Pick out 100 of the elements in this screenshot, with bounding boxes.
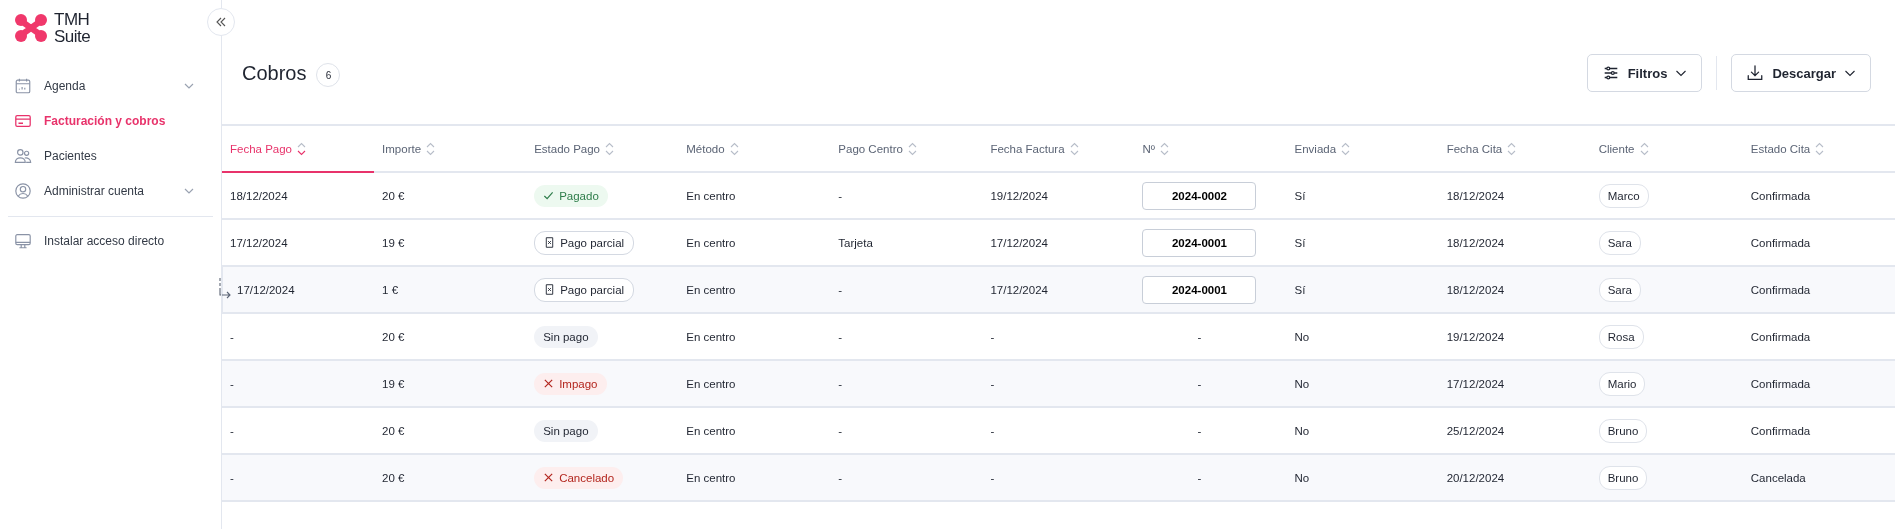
table-cell: - <box>838 283 843 296</box>
sort-icon <box>1341 141 1351 156</box>
table-cell: - <box>230 330 234 343</box>
table-cell: No <box>1294 471 1310 484</box>
download-icon <box>1746 64 1765 82</box>
table-cell: - <box>838 330 843 343</box>
table-cell: No <box>1294 377 1310 390</box>
column-header[interactable]: Importe <box>374 125 527 172</box>
filter-button[interactable]: Filtros <box>1586 54 1703 92</box>
table-cell: - <box>838 471 843 484</box>
table-cell: - <box>230 377 234 390</box>
table-cell: En centro <box>686 471 736 484</box>
table-cell: Confirmada <box>1750 283 1811 296</box>
table-cell: No <box>1294 424 1310 437</box>
table-cell: 18/12/2024 <box>1446 283 1505 296</box>
table-cell: Sí <box>1294 236 1306 249</box>
table-cell: 20/12/2024 <box>1446 471 1505 484</box>
column-header[interactable]: Pago Centro <box>830 125 983 172</box>
table-cell: En centro <box>686 189 736 202</box>
sort-icon <box>1069 141 1079 156</box>
status-badge: Impago <box>534 372 607 395</box>
table-cell: Confirmada <box>1750 424 1811 437</box>
client-chip: Sara <box>1598 277 1641 302</box>
sidebar-item[interactable]: Administrar cuenta <box>14 173 207 208</box>
column-header[interactable]: Estado Cita <box>1742 125 1895 172</box>
table-cell: En centro <box>686 283 736 296</box>
cross-icon <box>543 378 555 389</box>
table-cell: 19 € <box>382 377 405 390</box>
sort-icon <box>907 141 917 156</box>
table-cell: Sí <box>1294 189 1306 202</box>
table-cell: Confirmada <box>1750 330 1811 343</box>
table-cell: En centro <box>686 424 736 437</box>
table-cell: 19/12/2024 <box>990 189 1048 202</box>
table-cell: - <box>990 424 995 437</box>
sort-icon <box>729 141 739 156</box>
sort-icon <box>1815 141 1825 156</box>
table-cell: - <box>230 424 234 437</box>
client-chip: Bruno <box>1598 465 1648 490</box>
table-cell: - <box>990 377 995 390</box>
sidebar-item[interactable]: Agenda <box>14 68 207 103</box>
table-cell: 17/12/2024 <box>1446 377 1505 390</box>
table-cell: Sí <box>1294 283 1306 296</box>
column-header[interactable]: Fecha Factura <box>982 125 1135 172</box>
column-header[interactable]: Cliente <box>1590 125 1743 172</box>
column-header[interactable]: Fecha Pago <box>222 125 375 172</box>
monitor-icon <box>14 231 32 250</box>
column-header[interactable]: Nº <box>1134 125 1287 172</box>
table-cell: - <box>838 424 843 437</box>
calendar-icon <box>14 76 32 95</box>
table-cell-text: - <box>1196 471 1203 484</box>
table-cell: 17/12/2024 <box>230 236 288 249</box>
client-chip: Bruno <box>1598 418 1648 443</box>
table-cell: 17/12/2024 <box>990 236 1048 249</box>
user-icon <box>14 181 32 200</box>
column-header[interactable]: Enviada <box>1286 125 1439 172</box>
client-chip: Marco <box>1598 183 1649 208</box>
status-badge: Sin pago <box>534 419 598 442</box>
cross-icon <box>543 472 555 483</box>
column-header[interactable]: Método <box>678 125 831 172</box>
status-badge: Cancelado <box>534 466 624 489</box>
logo-icon <box>14 13 48 43</box>
receipt-icon <box>544 284 556 295</box>
table-cell: - <box>990 471 995 484</box>
table-cell: Tarjeta <box>838 236 873 249</box>
table-cell: 20 € <box>382 330 405 343</box>
table-cell: En centro <box>686 330 736 343</box>
table-cell: 20 € <box>382 424 405 437</box>
table-cell: En centro <box>686 236 736 249</box>
client-chip: Mario <box>1598 371 1646 396</box>
table-cell: 18/12/2024 <box>1446 189 1505 202</box>
table-cell: 17/12/2024 <box>237 283 295 296</box>
sidebar-item[interactable]: Instalar acceso directo <box>14 223 207 258</box>
column-header[interactable]: Estado Pago <box>526 125 679 172</box>
sidebar-item[interactable]: Pacientes <box>14 138 207 173</box>
sort-icon <box>297 141 306 156</box>
status-badge: Pago parcial <box>534 277 635 302</box>
table-cell: Confirmada <box>1750 189 1811 202</box>
table-cell: - <box>230 471 234 484</box>
status-badge: Sin pago <box>534 325 598 348</box>
logo-text: TMH Suite <box>54 11 91 45</box>
table-cell: 19/12/2024 <box>1446 330 1505 343</box>
table-cell-text: - <box>1196 377 1203 390</box>
table-cell: Confirmada <box>1750 377 1811 390</box>
table-cell: 19 € <box>382 236 405 249</box>
client-chip: Rosa <box>1598 324 1644 349</box>
column-header[interactable]: Fecha Cita <box>1438 125 1591 172</box>
table-cell-text: - <box>1196 330 1203 343</box>
table-cell: Cancelada <box>1750 471 1806 484</box>
collapse-sidebar-button[interactable] <box>207 8 235 36</box>
invoice-number-button[interactable]: 2024-0001 <box>1142 228 1257 257</box>
table-cell-text: - <box>1196 424 1203 437</box>
invoice-number-button[interactable]: 2024-0001 <box>1142 275 1257 304</box>
sidebar-item[interactable]: Facturación y cobros <box>14 103 207 138</box>
table-cell: 25/12/2024 <box>1446 424 1505 437</box>
table-cell: Confirmada <box>1750 236 1811 249</box>
sort-icon <box>1507 141 1517 156</box>
sort-icon <box>426 141 436 156</box>
receipt-icon <box>544 237 556 248</box>
download-button[interactable]: Descargar <box>1731 54 1871 92</box>
invoice-number-button[interactable]: 2024-0002 <box>1142 181 1257 210</box>
